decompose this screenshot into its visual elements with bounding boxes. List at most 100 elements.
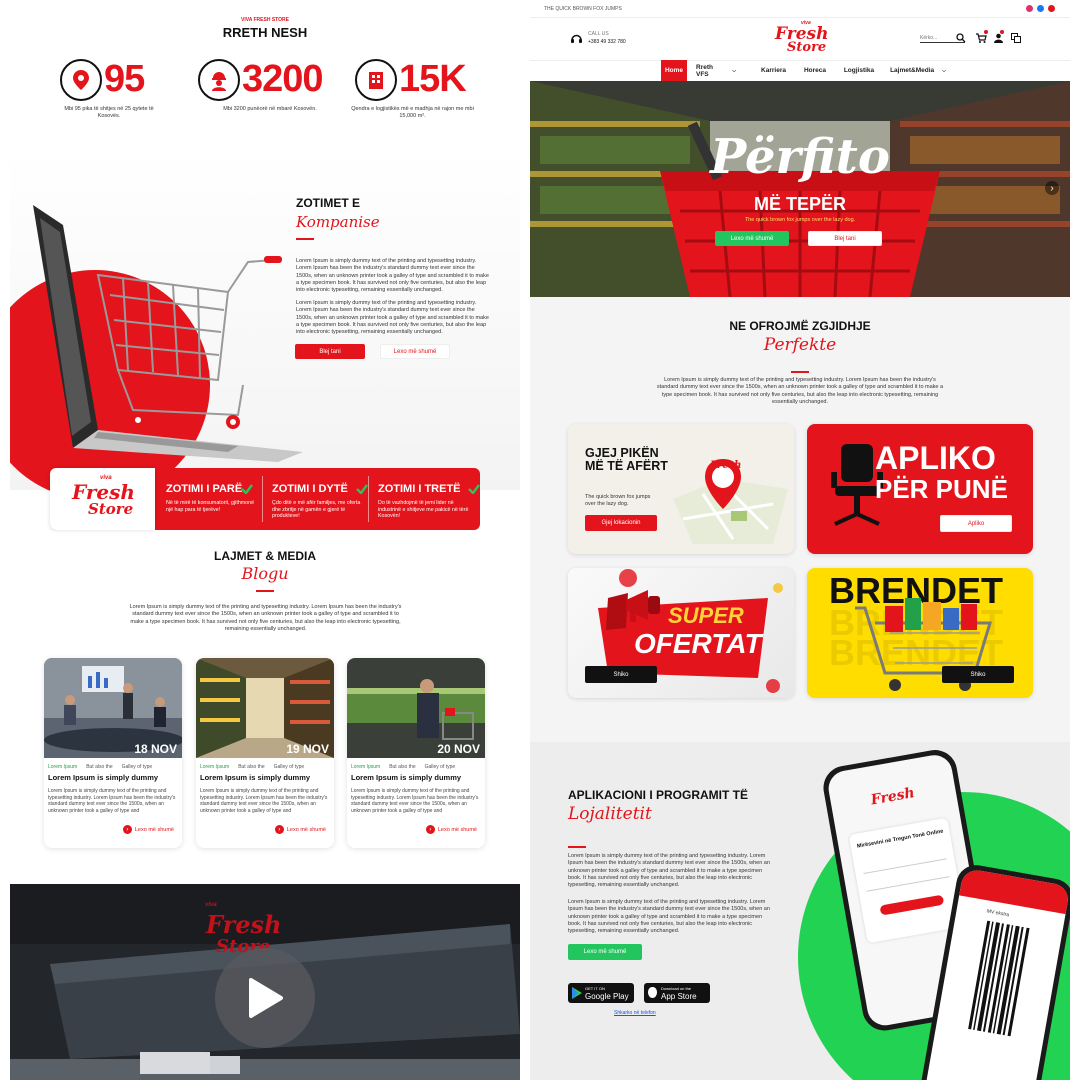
google-play-badge[interactable]: GET IT ON Google Play: [568, 983, 634, 1003]
tile-logo-mark: Fresh: [710, 460, 742, 471]
play-button[interactable]: [215, 948, 315, 1048]
buy-now-button[interactable]: Blej tani: [295, 344, 365, 359]
tag-link[interactable]: Galley of type: [122, 764, 153, 770]
phone-card-label: MV ekstra: [986, 908, 1010, 919]
post-excerpt: Lorem Ipsum is simply dummy text of the …: [200, 788, 328, 814]
post-title[interactable]: Lorem Ipsum is simply dummy: [48, 773, 158, 782]
brands-tile[interactable]: BRENDET BRENDET BRENDET Shiko: [807, 568, 1033, 698]
title-underline: [791, 371, 809, 373]
tag-link[interactable]: Lorem Ipsum: [48, 764, 77, 770]
nav-careers[interactable]: Karriera: [756, 60, 791, 81]
location-pin-icon: [60, 58, 102, 101]
tag-link[interactable]: But also the: [238, 764, 264, 770]
stat-stores: 95: [60, 58, 145, 101]
offers-tile-line1: SUPER: [668, 603, 744, 628]
post-tags: Lorem Ipsum But also the Galley of type: [200, 764, 304, 770]
nav-horeca[interactable]: Horeca: [800, 60, 830, 81]
super-offers-tile[interactable]: SUPER OFERTAT Shiko: [568, 568, 794, 698]
facebook-icon[interactable]: [1037, 5, 1044, 12]
apply-button[interactable]: Apliko: [940, 515, 1012, 532]
post-excerpt: Lorem Ipsum is simply dummy text of the …: [48, 788, 176, 814]
chevron-down-icon: ⌵: [942, 67, 946, 74]
about-title: RRETH NESH: [222, 25, 308, 40]
search-icon[interactable]: [956, 33, 966, 43]
store-locator-tile[interactable]: Fresh GJEJ PIKËN MË TË AFËRT The quick b…: [568, 424, 794, 554]
commitments-bar: viva Fresh Store ZOTIMI I PARË Në të mir…: [50, 468, 480, 530]
apple-icon: [648, 987, 657, 998]
nav-about[interactable]: Rreth VFS ⌵: [696, 60, 736, 81]
google-play-icon: [572, 987, 582, 999]
jobs-tile-subtitle: PËR PUNË: [875, 474, 1008, 504]
apply-jobs-tile[interactable]: APLIKO PËR PUNË Apliko: [807, 424, 1033, 554]
post-date: 18 NOV: [134, 742, 177, 756]
store-sign-fresh: Fresh: [206, 910, 282, 939]
loyalty-script: Lojalitetit: [568, 804, 652, 824]
translate-icon[interactable]: [1011, 33, 1021, 43]
post-title[interactable]: Lorem Ipsum is simply dummy: [200, 773, 310, 782]
read-more-link[interactable]: › Lexo më shumë: [274, 825, 326, 834]
offers-tile-line2: OFERTAT: [634, 628, 762, 659]
chevron-down-icon: ⌵: [732, 67, 736, 74]
divider: [368, 476, 369, 522]
youtube-icon[interactable]: [1048, 5, 1055, 12]
checkmark-icon: [468, 484, 480, 494]
slider-next-icon[interactable]: ›: [1045, 181, 1059, 195]
commitment-card: ZOTIMI I PARË Në të mirë të konsumatorit…: [166, 483, 255, 513]
user-icon[interactable]: [994, 33, 1003, 43]
view-brands-button[interactable]: Shiko: [942, 666, 1014, 683]
phone-number[interactable]: +383 49 332 780: [588, 39, 626, 45]
blog-card[interactable]: 18 NOV Lorem Ipsum But also the Galley o…: [44, 658, 182, 848]
loyalty-read-more-button[interactable]: Lexo më shumë: [568, 944, 642, 960]
stat-description: Qendra e logjistikës më e madhja në rajo…: [351, 106, 474, 119]
tag-link[interactable]: But also the: [389, 764, 415, 770]
stat-value: 95: [104, 58, 145, 100]
loyalty-section: Fresh Mirësevini në Tregun Tonë Online M…: [530, 742, 1070, 1080]
offer-intro: Lorem Ipsum is simply dummy text of the …: [656, 377, 944, 405]
app-store-badge[interactable]: Download on the App Store: [644, 983, 710, 1003]
tag-link[interactable]: Galley of type: [274, 764, 305, 770]
title-underline: [256, 590, 274, 592]
viva-fresh-logo: viva Fresh Store: [50, 468, 155, 530]
worker-icon: [198, 58, 240, 101]
cart-icon[interactable]: [976, 33, 987, 43]
blog-card[interactable]: 19 NOV Lorem Ipsum But also the Galley o…: [196, 658, 334, 848]
nav-news[interactable]: Lajmet&Media ⌵: [888, 60, 948, 81]
view-offers-button[interactable]: Shiko: [585, 666, 657, 683]
top-bar: THE QUICK BROWN FOX JUMPS: [530, 0, 1070, 18]
hero-buy-button[interactable]: Blej tani: [808, 231, 882, 246]
blog-card[interactable]: 20 NOV Lorem Ipsum But also the Galley o…: [347, 658, 485, 848]
video-section[interactable]: viva Fresh Store: [10, 884, 520, 1080]
nav-home[interactable]: Home: [661, 60, 687, 81]
hero-read-more-button[interactable]: Lexo më shumë: [715, 231, 789, 246]
nav-logistics[interactable]: Logjistika: [840, 60, 878, 81]
read-more-link[interactable]: › Lexo më shumë: [425, 825, 477, 834]
top-tagline: THE QUICK BROWN FOX JUMPS: [544, 6, 622, 12]
instagram-icon[interactable]: [1026, 5, 1033, 12]
read-more-link[interactable]: › Lexo më shumë: [122, 825, 174, 834]
stat-description: Mbi 3200 punëorë në mbarë Kosovën.: [223, 106, 317, 112]
read-more-button[interactable]: Lexo më shumë: [380, 344, 450, 359]
post-date: 19 NOV: [286, 742, 329, 756]
header-logo[interactable]: viva Fresh Store: [771, 20, 831, 58]
post-title[interactable]: Lorem Ipsum is simply dummy: [351, 773, 461, 782]
commitment-card: ZOTIMI I DYTË Çdo ditë e më afër familje…: [272, 483, 361, 520]
barcode-icon: [968, 920, 1030, 1037]
tag-link[interactable]: But also the: [86, 764, 112, 770]
blog-intro: Lorem Ipsum is simply dummy text of the …: [129, 604, 402, 632]
tag-link[interactable]: Galley of type: [425, 764, 456, 770]
home-page-preview: THE QUICK BROWN FOX JUMPS CALL US +383 4…: [530, 0, 1070, 1080]
phone-field: [866, 876, 950, 892]
store-sign-viva: viva: [205, 902, 217, 908]
store-tile-title: GJEJ PIKËN MË TË AFËRT: [585, 446, 668, 473]
tag-link[interactable]: Lorem Ipsum: [200, 764, 229, 770]
post-tags: Lorem Ipsum But also the Galley of type: [48, 764, 152, 770]
find-location-button[interactable]: Gjej lokacionin: [585, 515, 657, 531]
hero-tagline: The quick brown fox jumps over the lazy …: [744, 217, 856, 223]
title-underline: [568, 846, 586, 848]
loyalty-paragraph: Lorem Ipsum is simply dummy text of the …: [568, 899, 770, 935]
blog-script: Blogu: [241, 564, 289, 583]
hero-supermarket-background: [530, 81, 1070, 297]
stat-employees: 3200: [198, 58, 324, 101]
tag-link[interactable]: Lorem Ipsum: [351, 764, 380, 770]
download-link[interactable]: Shkarko në telefon: [614, 1010, 656, 1016]
